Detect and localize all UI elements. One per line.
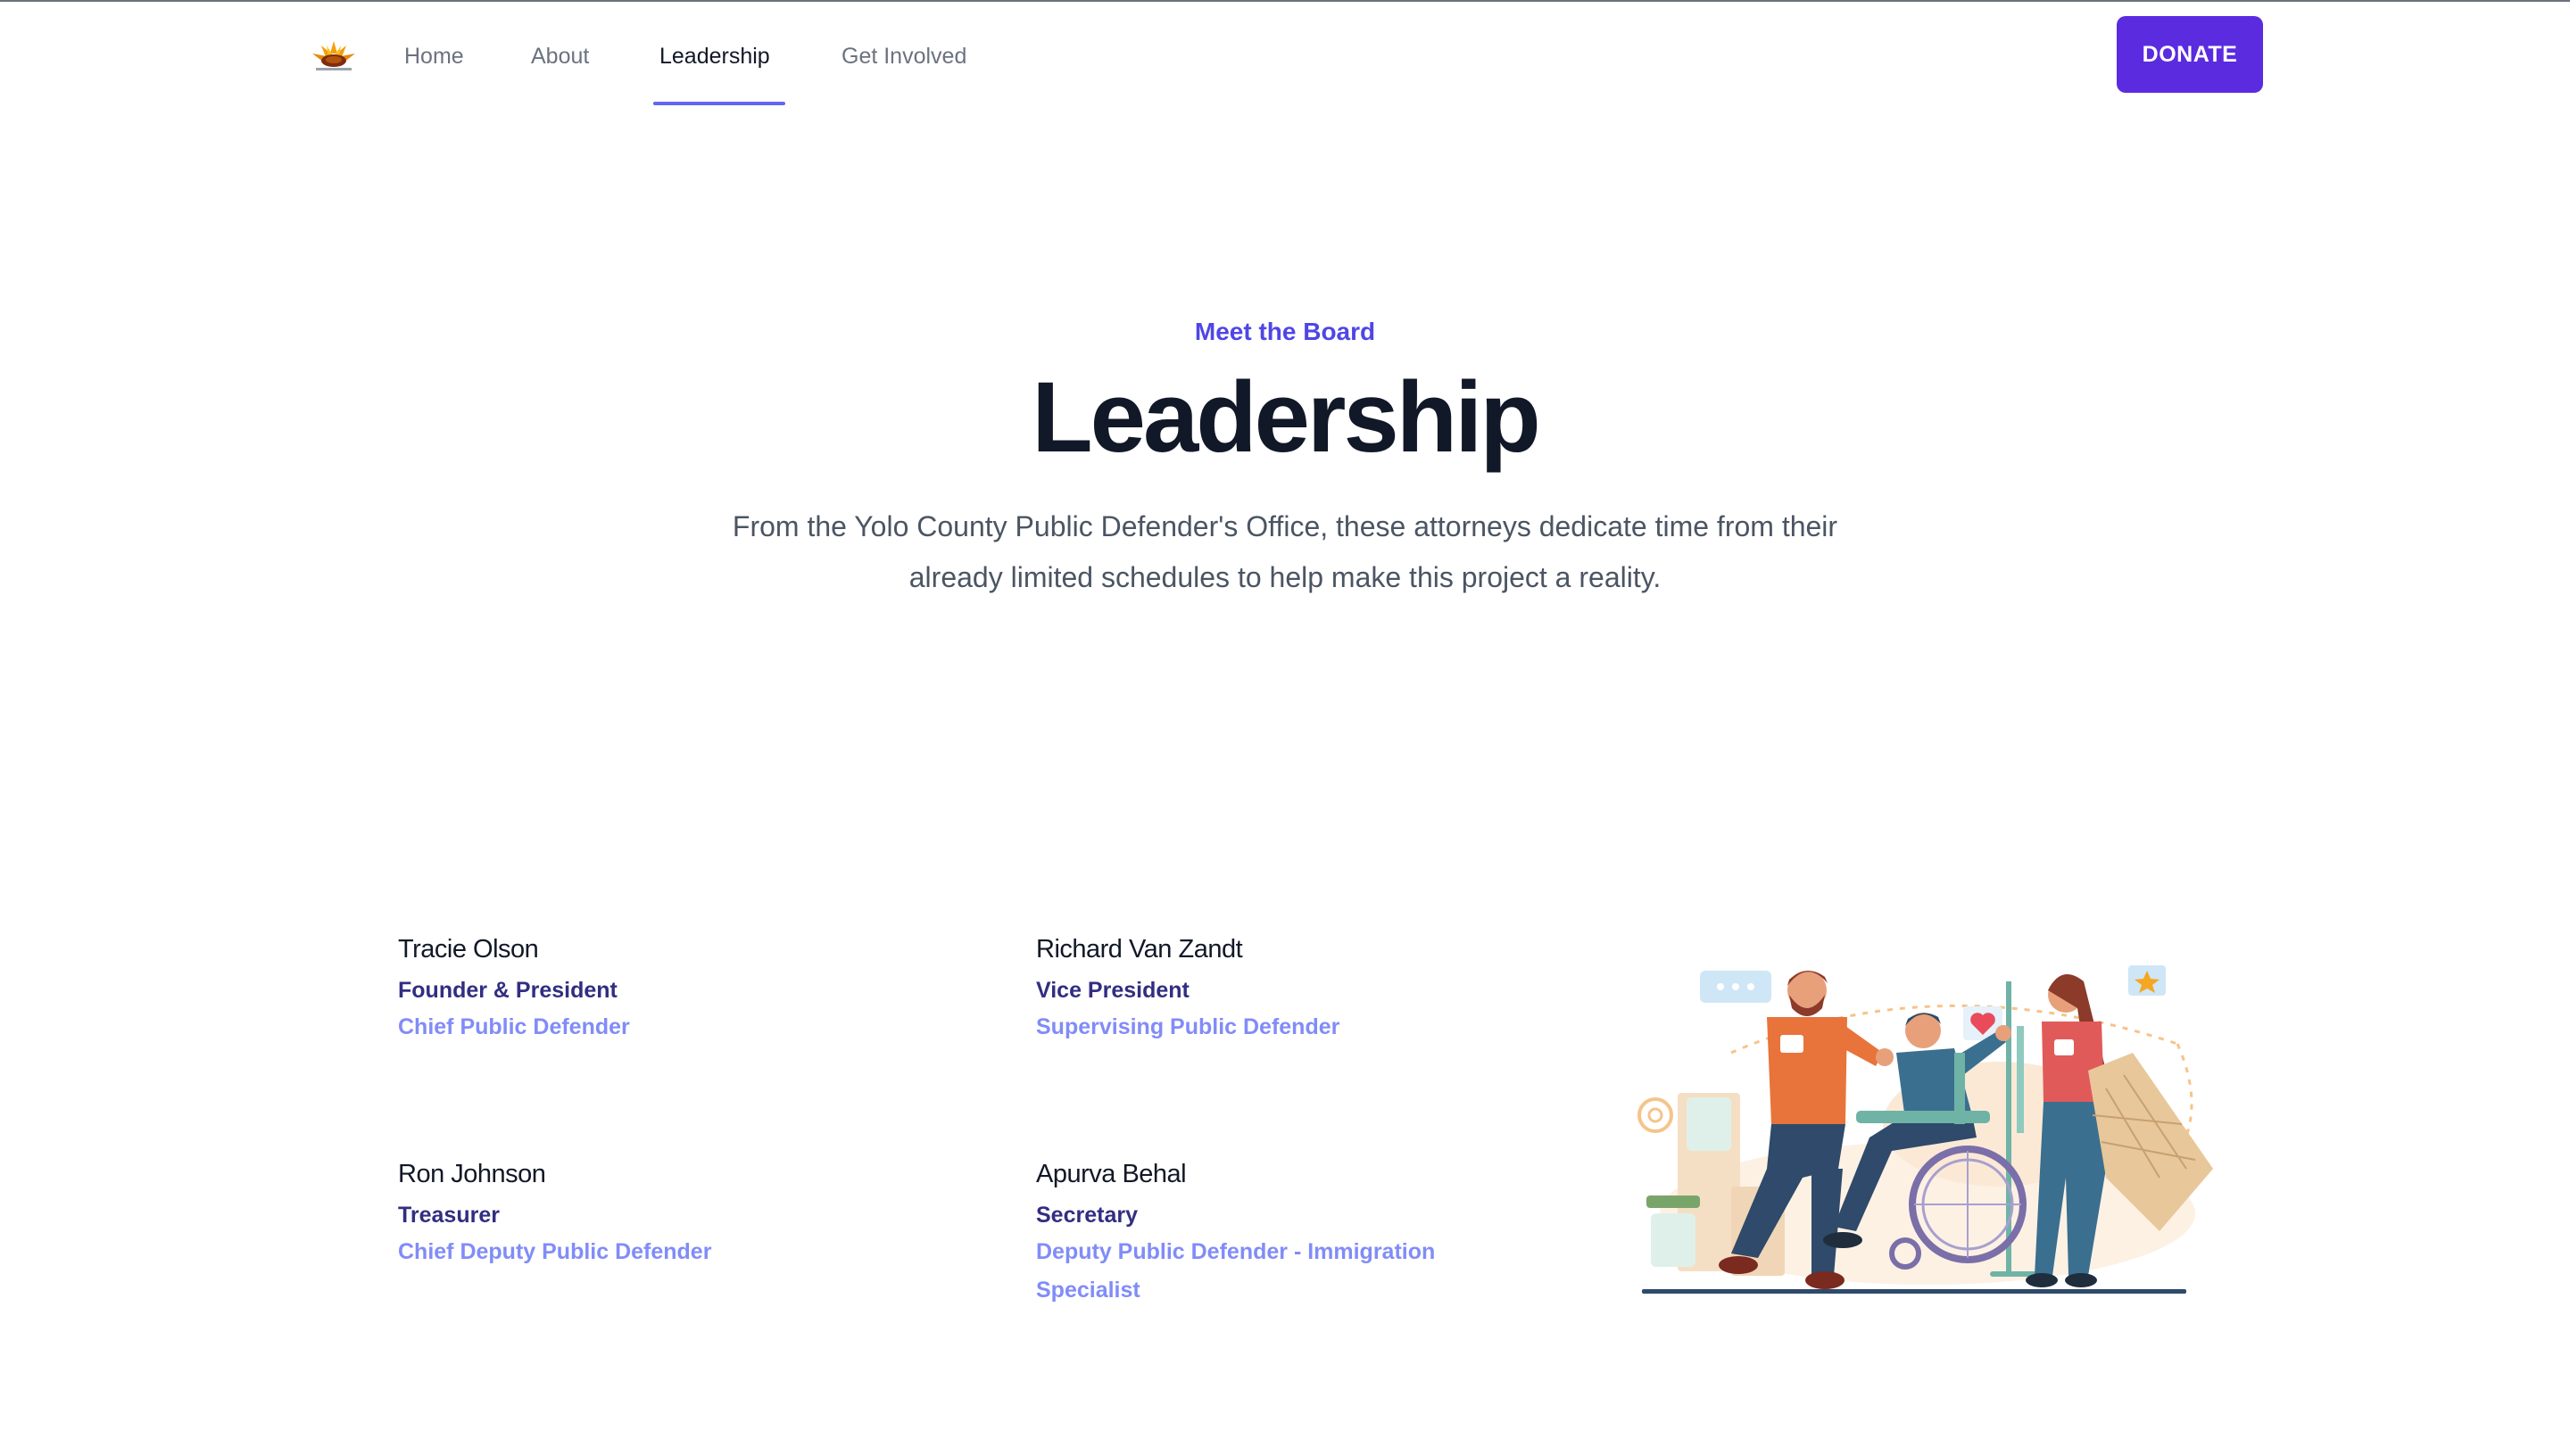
main-navigation: Home About Leadership Get Involved DONAT…	[0, 2, 2570, 105]
member-role: Vice President	[1036, 978, 1190, 1003]
board-member-card: Apurva Behal Secretary Deputy Public Def…	[1036, 1156, 1500, 1310]
member-title: Deputy Public Defender - Immigration Spe…	[1036, 1239, 1436, 1303]
board-member-card: Ron Johnson Treasurer Chief Deputy Publi…	[398, 1156, 969, 1271]
member-role: Founder & President	[398, 978, 618, 1003]
member-name: Ron Johnson	[398, 1160, 546, 1188]
section-eyebrow: Meet the Board	[1194, 318, 1376, 345]
donate-button[interactable]: DONATE	[2117, 16, 2263, 93]
member-title: Chief Deputy Public Defender	[398, 1239, 712, 1264]
member-title: Chief Public Defender	[398, 1014, 630, 1039]
member-role: Secretary	[1036, 1203, 1138, 1228]
board-member-card: Richard Van Zandt Vice President Supervi…	[1036, 931, 1607, 1046]
sunflower-logo-icon[interactable]	[307, 36, 361, 75]
member-title: Supervising Public Defender	[1036, 1014, 1340, 1039]
active-tab-indicator	[653, 102, 785, 105]
nav-home-link[interactable]: Home	[404, 43, 464, 73]
member-role: Treasurer	[398, 1203, 500, 1228]
board-member-card: Tracie Olson Founder & President Chief P…	[398, 931, 969, 1046]
member-name: Apurva Behal	[1036, 1160, 1187, 1188]
nav-leadership-link[interactable]: Leadership	[659, 43, 770, 73]
member-name: Richard Van Zandt	[1036, 935, 1243, 964]
page-title: Leadership	[1032, 361, 1541, 473]
page-description: From the Yolo County Public Defender's O…	[732, 510, 1838, 593]
nav-about-link[interactable]: About	[531, 43, 589, 73]
nav-get-involved-link[interactable]: Get Involved	[841, 43, 966, 73]
volunteers-illustration-icon	[1624, 946, 2249, 1303]
member-name: Tracie Olson	[398, 935, 539, 964]
